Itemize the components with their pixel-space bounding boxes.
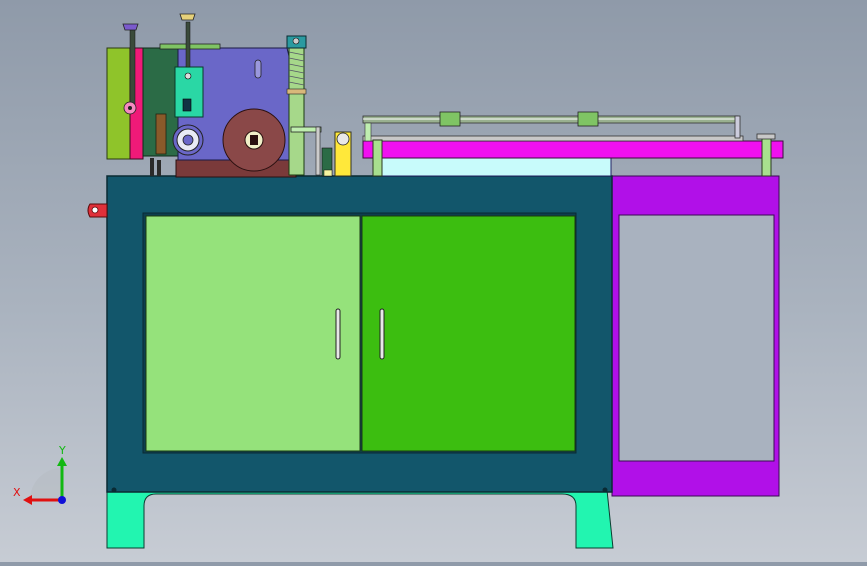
cabinet-legs[interactable] bbox=[106, 489, 614, 549]
right-door[interactable] bbox=[361, 215, 576, 452]
triad-disc bbox=[30, 468, 62, 500]
left-door[interactable] bbox=[145, 215, 361, 452]
left-door-handle[interactable] bbox=[335, 308, 341, 360]
conveyor-table[interactable] bbox=[362, 111, 784, 177]
z-axis-dot-icon bbox=[58, 496, 66, 504]
side-panel[interactable] bbox=[611, 175, 780, 497]
x-axis-label: X bbox=[13, 486, 21, 499]
cad-viewport[interactable] bbox=[0, 0, 867, 562]
side-latch[interactable] bbox=[87, 203, 108, 218]
cad-model-drawing[interactable] bbox=[0, 0, 867, 562]
y-axis-arrow-icon bbox=[57, 457, 67, 466]
right-door-handle[interactable] bbox=[379, 308, 385, 360]
axis-triad: Y X bbox=[10, 440, 90, 520]
y-axis-label: Y bbox=[58, 444, 66, 457]
cutting-head[interactable] bbox=[106, 13, 352, 178]
x-axis-arrow-icon bbox=[23, 495, 32, 505]
